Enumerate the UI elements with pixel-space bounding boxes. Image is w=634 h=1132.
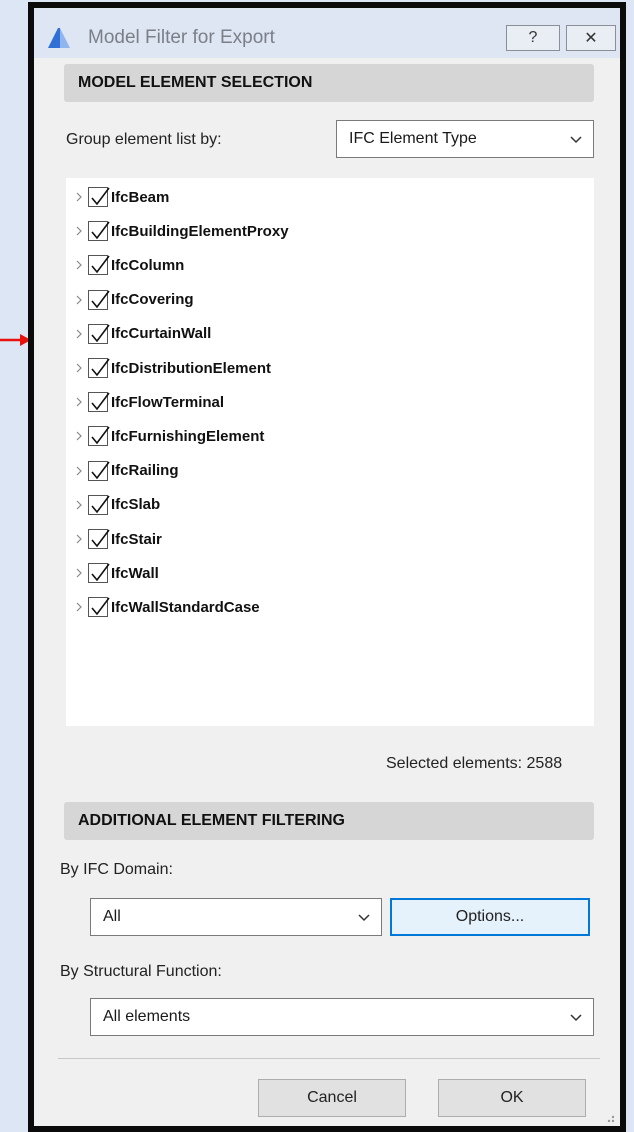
tree-item-label: IfcFlowTerminal bbox=[111, 393, 225, 411]
tree-item-label: IfcCurtainWall bbox=[111, 325, 212, 343]
ifc-domain-label: By IFC Domain: bbox=[60, 861, 173, 878]
model-filter-dialog: Model Filter for Export ? ✕ MODEL ELEMEN… bbox=[28, 2, 626, 1132]
archicad-app-icon bbox=[48, 28, 70, 48]
checkmark-icon bbox=[91, 358, 110, 377]
dialog-body: MODEL ELEMENT SELECTION Group element li… bbox=[34, 58, 620, 1126]
tree-item[interactable]: IfcCovering bbox=[66, 283, 194, 317]
tree-item-checkbox[interactable] bbox=[88, 494, 110, 515]
chevron-right-icon[interactable] bbox=[72, 258, 86, 272]
checkmark-icon bbox=[91, 324, 110, 343]
options-button[interactable]: Options... bbox=[390, 898, 590, 936]
tree-item[interactable]: IfcStair bbox=[66, 522, 162, 556]
chevron-right-icon[interactable] bbox=[72, 395, 86, 409]
tree-item-label: IfcBeam bbox=[111, 188, 170, 206]
tree-item[interactable]: IfcDistributionElement bbox=[66, 351, 271, 385]
help-button[interactable]: ? bbox=[506, 25, 560, 51]
structural-function-value: All elements bbox=[103, 1008, 191, 1025]
checkmark-icon bbox=[91, 221, 110, 240]
group-by-value: IFC Element Type bbox=[349, 130, 477, 147]
chevron-down-icon bbox=[570, 136, 582, 144]
ifc-domain-value: All bbox=[103, 908, 121, 925]
tree-item-label: IfcColumn bbox=[111, 256, 185, 274]
chevron-right-icon[interactable] bbox=[72, 293, 86, 307]
model-element-selection-header: MODEL ELEMENT SELECTION bbox=[64, 64, 594, 102]
chevron-right-icon[interactable] bbox=[72, 190, 86, 204]
window-title: Model Filter for Export bbox=[88, 27, 275, 48]
tree-item-label: IfcFurnishingElement bbox=[111, 427, 265, 445]
tree-item-label: IfcWallStandardCase bbox=[111, 598, 260, 616]
chevron-down-icon bbox=[570, 1014, 582, 1022]
chevron-right-icon[interactable] bbox=[72, 429, 86, 443]
additional-filtering-header: ADDITIONAL ELEMENT FILTERING bbox=[64, 802, 594, 840]
chevron-right-icon[interactable] bbox=[72, 361, 86, 375]
tree-item[interactable]: IfcWallStandardCase bbox=[66, 590, 260, 624]
tree-item-label: IfcDistributionElement bbox=[111, 359, 272, 377]
chevron-right-icon[interactable] bbox=[72, 224, 86, 238]
tree-item-checkbox[interactable] bbox=[88, 392, 110, 413]
ok-button[interactable]: OK bbox=[438, 1079, 586, 1117]
tree-item-checkbox[interactable] bbox=[88, 358, 110, 378]
resize-grip-icon[interactable] bbox=[602, 1110, 616, 1124]
tree-item-checkbox[interactable] bbox=[88, 221, 110, 242]
tree-item[interactable]: IfcWall bbox=[66, 556, 159, 590]
tree-item[interactable]: IfcBeam bbox=[66, 180, 169, 214]
tree-item[interactable]: IfcBuildingElementProxy bbox=[66, 214, 289, 248]
chevron-right-icon[interactable] bbox=[72, 532, 86, 546]
tree-item-checkbox[interactable] bbox=[88, 460, 110, 481]
tree-item-checkbox[interactable] bbox=[88, 563, 110, 584]
tree-item[interactable]: IfcColumn bbox=[66, 248, 184, 282]
chevron-down-icon bbox=[358, 914, 370, 922]
structural-function-label: By Structural Function: bbox=[60, 963, 222, 980]
checkmark-icon bbox=[91, 426, 110, 445]
tree-item[interactable]: IfcRailing bbox=[66, 454, 179, 488]
chevron-right-icon[interactable] bbox=[72, 566, 86, 580]
checkmark-icon bbox=[91, 495, 110, 514]
checkmark-icon bbox=[91, 461, 110, 479]
chevron-right-icon[interactable] bbox=[72, 498, 86, 512]
checkmark-icon bbox=[91, 290, 110, 308]
tree-item-checkbox[interactable] bbox=[88, 597, 110, 618]
ifc-domain-select[interactable]: All bbox=[90, 898, 382, 936]
chevron-right-icon[interactable] bbox=[72, 327, 86, 341]
cancel-button[interactable]: Cancel bbox=[258, 1079, 406, 1117]
element-type-tree[interactable]: IfcBeam IfcBuildingElementProxy IfcColumn I… bbox=[66, 178, 594, 726]
tree-item-checkbox[interactable] bbox=[88, 323, 110, 344]
selected-elements-count: Selected elements: 2588 bbox=[386, 755, 563, 772]
close-button[interactable]: ✕ bbox=[566, 25, 616, 51]
structural-function-select[interactable]: All elements bbox=[90, 998, 594, 1036]
tree-item-label: IfcRailing bbox=[111, 462, 179, 480]
tree-item-checkbox[interactable] bbox=[88, 187, 110, 207]
group-by-select[interactable]: IFC Element Type bbox=[336, 120, 594, 158]
tree-item-label: IfcSlab bbox=[111, 496, 161, 514]
tree-item[interactable]: IfcFlowTerminal bbox=[66, 385, 224, 419]
tree-item-label: IfcStair bbox=[111, 530, 162, 548]
tree-item[interactable]: IfcSlab bbox=[66, 488, 160, 522]
tree-item-checkbox[interactable] bbox=[88, 255, 110, 276]
tree-item-label: IfcBuildingElementProxy bbox=[111, 222, 289, 240]
checkmark-icon bbox=[91, 392, 110, 411]
tree-item[interactable]: IfcFurnishingElement bbox=[66, 419, 264, 453]
tree-item[interactable]: IfcCurtainWall bbox=[66, 317, 211, 351]
footer-divider bbox=[58, 1058, 600, 1059]
group-by-label: Group element list by: bbox=[66, 131, 222, 148]
tree-item-checkbox[interactable] bbox=[88, 289, 110, 310]
tree-item-label: IfcWall bbox=[111, 564, 159, 582]
tree-item-checkbox[interactable] bbox=[88, 426, 110, 447]
tree-item-label: IfcCovering bbox=[111, 291, 194, 309]
title-bar: Model Filter for Export ? ✕ bbox=[34, 8, 620, 58]
tree-item-checkbox[interactable] bbox=[88, 529, 110, 549]
checkmark-icon bbox=[91, 597, 110, 616]
checkmark-icon bbox=[91, 255, 110, 274]
chevron-right-icon[interactable] bbox=[72, 464, 86, 478]
checkmark-icon bbox=[91, 563, 110, 582]
checkmark-icon bbox=[91, 187, 110, 206]
chevron-right-icon[interactable] bbox=[72, 600, 86, 614]
checkmark-icon bbox=[91, 529, 110, 548]
